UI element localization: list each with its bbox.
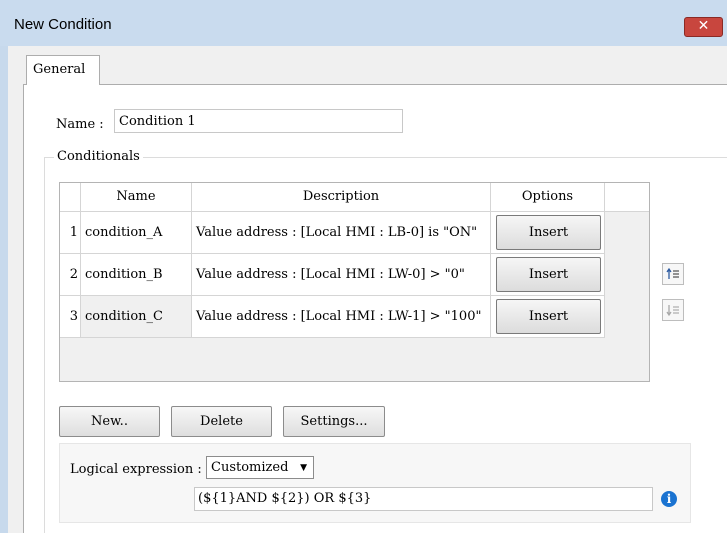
options-cell: Insert — [491, 296, 605, 338]
insert-button[interactable]: Insert — [496, 215, 601, 250]
move-up-icon — [666, 267, 679, 279]
logical-expression-label: Logical expression : — [70, 462, 202, 477]
window-title: New Condition — [14, 16, 112, 33]
logical-mode-value: Customized — [211, 460, 289, 475]
name-label: Name : — [56, 117, 104, 132]
close-icon: ✕ — [697, 18, 710, 34]
conditions-table: Name Description Options 1 condition_A V… — [59, 182, 650, 382]
move-up-button[interactable] — [662, 263, 684, 285]
column-header-name[interactable]: Name — [81, 183, 192, 212]
column-header-options[interactable]: Options — [491, 183, 605, 212]
tab-general[interactable]: General — [26, 55, 100, 85]
column-header-description[interactable]: Description — [192, 183, 491, 212]
options-cell: Insert — [491, 212, 605, 254]
row-number: 2 — [60, 254, 81, 296]
table-corner-header — [60, 183, 81, 212]
dialog-window: New Condition ✕ General Name : Condition… — [0, 0, 727, 533]
conditionals-group-title: Conditionals — [54, 149, 143, 164]
insert-button[interactable]: Insert — [496, 257, 601, 292]
table-row[interactable]: 1 condition_A Value address : [Local HMI… — [60, 212, 605, 254]
delete-button[interactable]: Delete — [171, 406, 272, 437]
condition-name-cell[interactable]: condition_C — [81, 296, 192, 338]
column-header-filler — [605, 183, 649, 212]
table-row[interactable]: 2 condition_B Value address : [Local HMI… — [60, 254, 605, 296]
new-button[interactable]: New.. — [59, 406, 160, 437]
name-input[interactable]: Condition 1 — [114, 109, 403, 133]
move-down-button[interactable] — [662, 299, 684, 321]
logical-expression-input[interactable]: (${1}AND ${2}) OR ${3} — [194, 487, 653, 511]
chevron-down-icon: ▼ — [300, 463, 307, 473]
row-number: 3 — [60, 296, 81, 338]
insert-button[interactable]: Insert — [496, 299, 601, 334]
settings-button[interactable]: Settings... — [283, 406, 385, 437]
close-button[interactable]: ✕ — [684, 17, 723, 37]
info-icon[interactable]: i — [661, 491, 677, 507]
condition-description-cell[interactable]: Value address : [Local HMI : LW-1] > "10… — [192, 296, 491, 338]
table-row[interactable]: 3 condition_C Value address : [Local HMI… — [60, 296, 605, 338]
move-down-icon — [666, 305, 679, 317]
condition-description-cell[interactable]: Value address : [Local HMI : LB-0] is "O… — [192, 212, 491, 254]
logical-mode-select[interactable]: Customized ▼ — [206, 456, 314, 479]
logical-expression-panel — [59, 443, 691, 523]
tab-general-label: General — [33, 62, 86, 77]
condition-name-cell[interactable]: condition_B — [81, 254, 192, 296]
row-number: 1 — [60, 212, 81, 254]
condition-description-cell[interactable]: Value address : [Local HMI : LW-0] > "0" — [192, 254, 491, 296]
title-bar[interactable]: New Condition ✕ — [0, 0, 727, 46]
condition-name-cell[interactable]: condition_A — [81, 212, 192, 254]
options-cell: Insert — [491, 254, 605, 296]
